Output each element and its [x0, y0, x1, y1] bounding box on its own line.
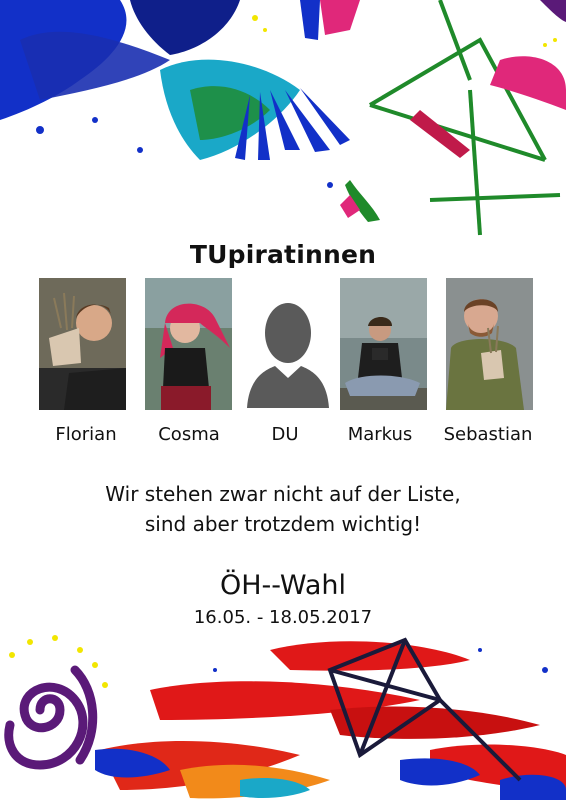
member-name-markus: Markus: [347, 424, 413, 445]
slogan-line-1: Wir stehen zwar nicht auf der Liste,: [105, 482, 461, 506]
member-photo-cosma: [145, 278, 232, 410]
member-photo-sebastian: [446, 278, 533, 410]
member-name-row: Florian Cosma DU Markus Sebastian: [0, 424, 566, 450]
election-dates: 16.05. - 18.05.2017: [193, 607, 373, 628]
bottom-paint-splash-art: [4, 635, 566, 800]
member-photo-markus: [340, 278, 427, 410]
member-name-du: DU: [271, 424, 299, 445]
member-photo-row: [39, 278, 539, 412]
slogan-line-2: sind aber trotzdem wichtig!: [144, 512, 422, 536]
group-title: TUpiratinnen: [189, 240, 377, 269]
election-name: ÖH--Wahl: [219, 570, 347, 601]
member-name-cosma: Cosma: [158, 424, 220, 445]
top-paint-splash-art: [0, 0, 566, 236]
member-name-florian: Florian: [55, 424, 117, 445]
member-photo-du-placeholder: [245, 278, 332, 410]
member-photo-florian: [39, 278, 126, 410]
member-name-sebastian: Sebastian: [443, 424, 533, 445]
